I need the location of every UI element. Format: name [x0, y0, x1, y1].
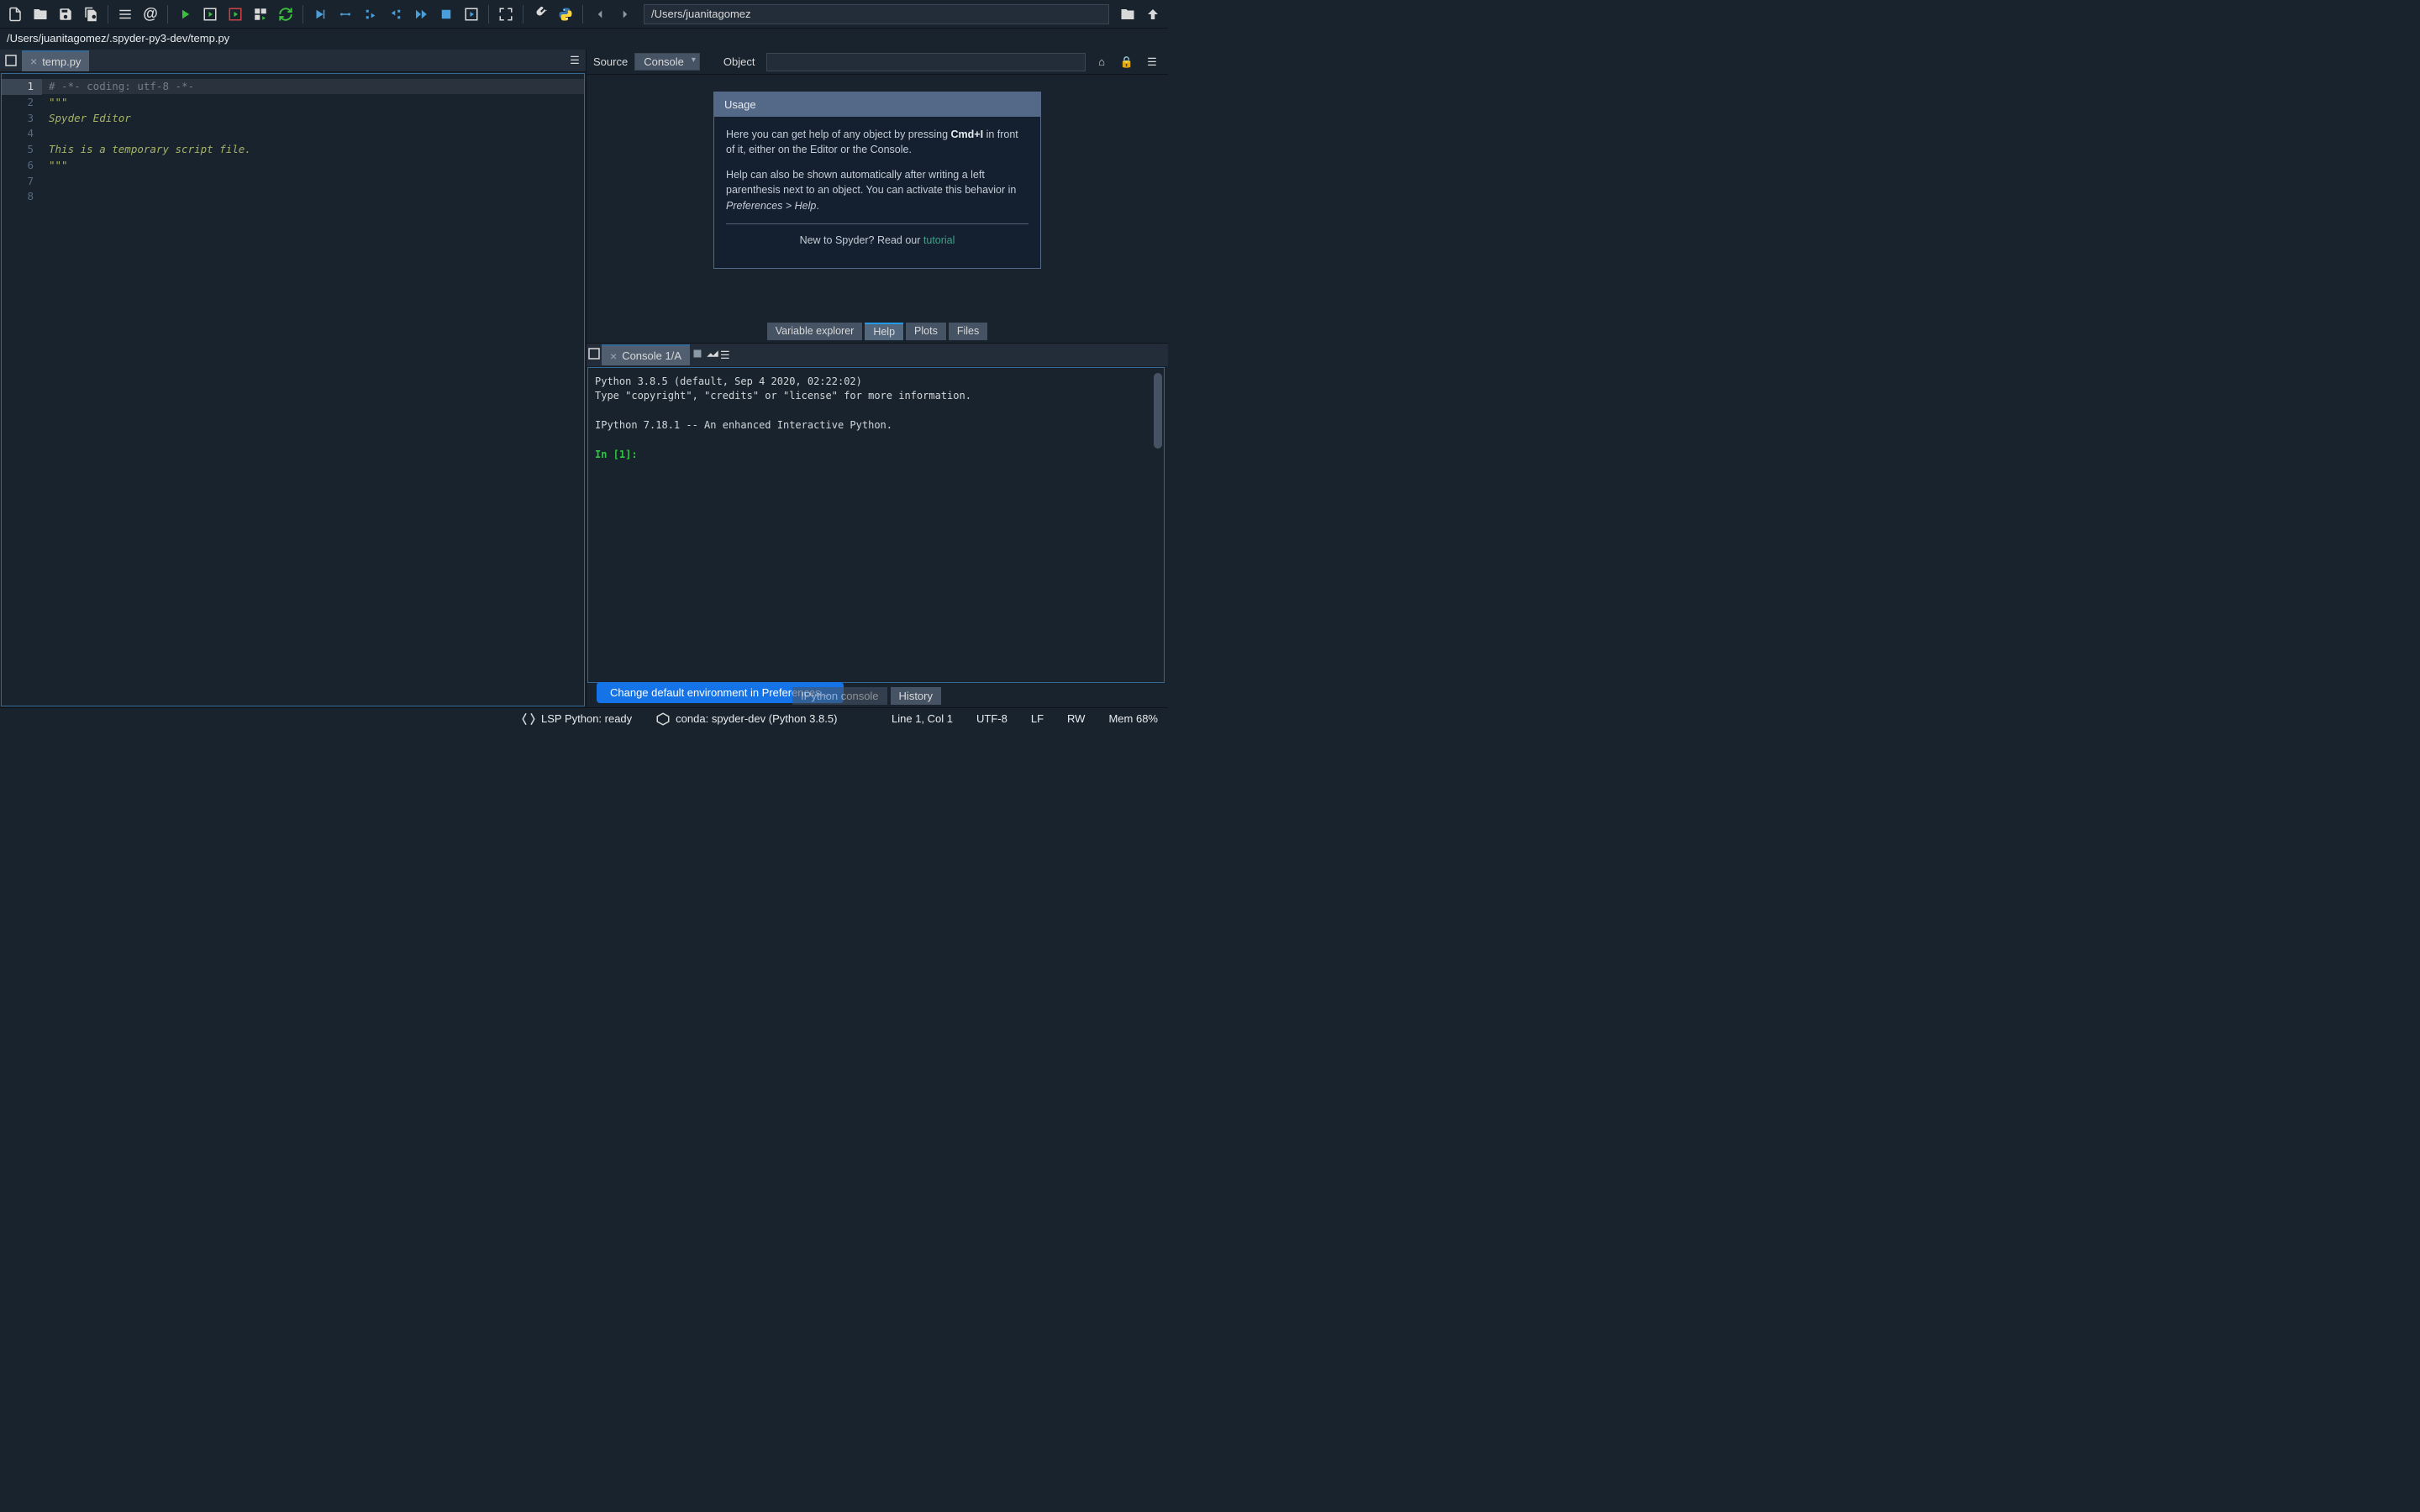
save-button[interactable]	[54, 3, 77, 26]
status-mem[interactable]: Mem 68%	[1108, 712, 1158, 725]
object-label: Object	[723, 55, 755, 68]
editor-options-icon[interactable]: ☰	[564, 54, 586, 67]
tab-help[interactable]: Help	[865, 323, 903, 340]
lsp-icon	[521, 711, 536, 727]
interrupt-icon[interactable]	[690, 346, 705, 364]
code-area[interactable]: # -*- coding: utf-8 -*- """ Spyder Edito…	[42, 74, 584, 706]
status-lsp[interactable]: LSP Python: ready	[521, 711, 632, 727]
usage-tutorial-line: New to Spyder? Read our tutorial	[726, 233, 1028, 248]
working-dir-input[interactable]	[644, 4, 1109, 24]
help-options-icon[interactable]: ☰	[1143, 55, 1161, 69]
console-tab-label: Console 1/A	[622, 349, 681, 362]
home-icon[interactable]: ⌂	[1092, 55, 1111, 68]
debug-stop-button[interactable]	[434, 3, 458, 26]
console-options-icon[interactable]: ☰	[720, 349, 730, 362]
run-selection-button[interactable]	[249, 3, 272, 26]
object-input[interactable]	[766, 53, 1086, 71]
usage-text-1: Here you can get help of any object by p…	[726, 127, 1028, 157]
close-tab-icon[interactable]: ×	[30, 55, 37, 68]
debug-step-out-button[interactable]	[384, 3, 408, 26]
tab-plots[interactable]: Plots	[906, 323, 946, 340]
console-prompt: In [1]:	[595, 449, 638, 460]
debug-exit-button[interactable]	[460, 3, 483, 26]
open-file-button[interactable]	[29, 3, 52, 26]
back-button[interactable]	[588, 3, 612, 26]
close-console-icon[interactable]: ×	[610, 349, 617, 363]
clear-console-icon[interactable]	[705, 346, 720, 364]
parent-dir-button[interactable]	[1141, 3, 1165, 26]
code-editor[interactable]: 1 2 3 4 5 6 7 8 # -*- coding: utf-8 -*- …	[1, 73, 585, 706]
status-conda[interactable]: conda: spyder-dev (Python 3.8.5)	[655, 711, 837, 727]
forward-button[interactable]	[613, 3, 637, 26]
python-path-button[interactable]	[554, 3, 577, 26]
usage-title: Usage	[714, 92, 1040, 117]
source-combo[interactable]: Console	[634, 53, 700, 71]
tab-history[interactable]: History	[891, 687, 941, 705]
usage-text-2: Help can also be shown automatically aft…	[726, 167, 1028, 213]
console-browse-icon[interactable]	[587, 346, 602, 364]
preferences-button[interactable]	[529, 3, 552, 26]
console-scrollbar[interactable]	[1154, 373, 1162, 449]
editor-tab-bar: × temp.py ☰	[0, 50, 586, 72]
tab-files[interactable]: Files	[949, 323, 987, 340]
source-label: Source	[593, 55, 628, 68]
status-cursor-pos[interactable]: Line 1, Col 1	[892, 712, 953, 725]
save-all-button[interactable]	[79, 3, 103, 26]
debug-button[interactable]	[308, 3, 332, 26]
tutorial-link[interactable]: tutorial	[923, 234, 955, 246]
editor-tab[interactable]: × temp.py	[22, 50, 89, 71]
console-tab-bar: × Console 1/A ☰	[587, 344, 1168, 366]
editor-tab-label: temp.py	[42, 55, 81, 68]
main-toolbar: @	[0, 0, 1168, 29]
maximize-button[interactable]	[494, 3, 518, 26]
status-bar: LSP Python: ready conda: spyder-dev (Pyt…	[0, 707, 1168, 729]
rerun-button[interactable]	[274, 3, 297, 26]
help-body: Usage Here you can get help of any objec…	[587, 75, 1168, 320]
help-pane-tabs: Variable explorer Help Plots Files	[587, 320, 1168, 343]
debug-step-in-button[interactable]	[359, 3, 382, 26]
run-button[interactable]	[173, 3, 197, 26]
browse-tabs-icon[interactable]	[0, 53, 22, 68]
debug-continue-button[interactable]	[409, 3, 433, 26]
new-file-button[interactable]	[3, 3, 27, 26]
status-rw[interactable]: RW	[1067, 712, 1085, 725]
console-output[interactable]: Python 3.8.5 (default, Sep 4 2020, 02:22…	[587, 367, 1165, 683]
lock-icon[interactable]: 🔒	[1118, 55, 1136, 69]
conda-icon	[655, 711, 671, 727]
console-tab[interactable]: × Console 1/A	[602, 344, 690, 365]
at-button[interactable]: @	[139, 3, 162, 26]
tab-ipython-console[interactable]: IPython console	[792, 687, 887, 705]
help-toolbar: Source Console Object ⌂ 🔒 ☰	[587, 50, 1168, 75]
debug-step-button[interactable]	[334, 3, 357, 26]
usage-panel: Usage Here you can get help of any objec…	[713, 92, 1041, 269]
run-cell-advance-button[interactable]	[224, 3, 247, 26]
file-path-breadcrumb: /Users/juanitagomez/.spyder-py3-dev/temp…	[0, 29, 1168, 50]
status-encoding[interactable]: UTF-8	[976, 712, 1007, 725]
browse-dir-button[interactable]	[1116, 3, 1139, 26]
outline-button[interactable]	[113, 3, 137, 26]
line-gutter: 1 2 3 4 5 6 7 8	[2, 74, 42, 706]
run-cell-button[interactable]	[198, 3, 222, 26]
tab-variable-explorer[interactable]: Variable explorer	[767, 323, 863, 340]
status-eol[interactable]: LF	[1031, 712, 1044, 725]
